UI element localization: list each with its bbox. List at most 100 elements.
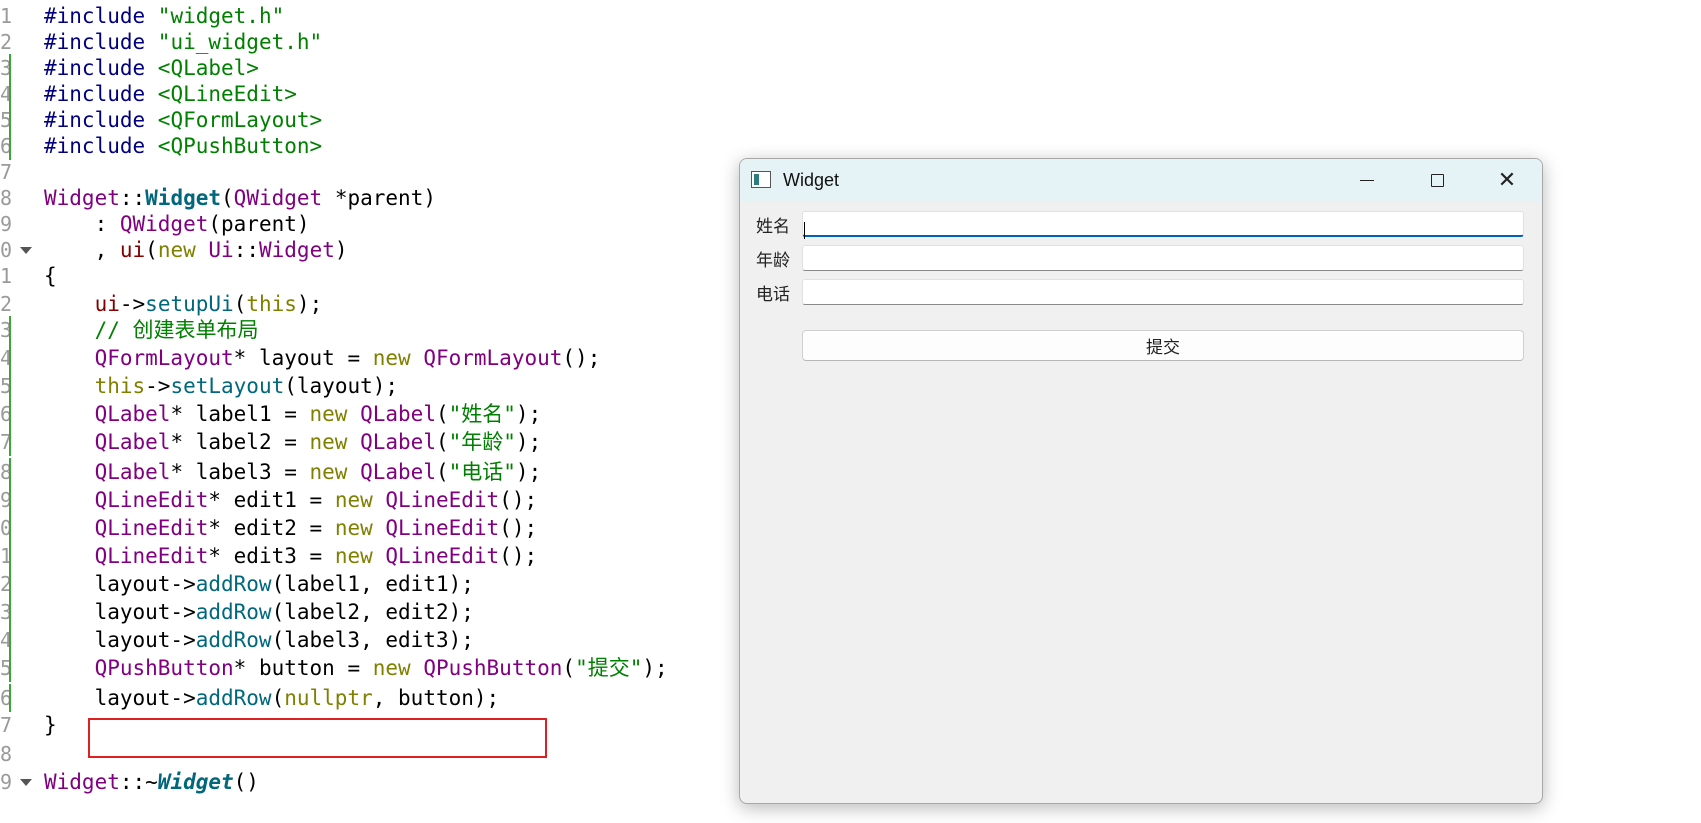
gutter-line: 24 xyxy=(0,626,36,654)
code-token: * label1 = xyxy=(170,402,310,426)
code-line[interactable]: Widget::~Widget() xyxy=(44,768,259,796)
widget-window[interactable]: Widget ✕ 姓名 年龄 电话 提交 xyxy=(739,158,1543,804)
code-token: () xyxy=(233,770,259,794)
code-token: QPushButton xyxy=(94,656,234,680)
age-field[interactable] xyxy=(802,245,1524,271)
code-line[interactable]: layout->addRow(label3, edit3); xyxy=(44,626,474,654)
code-line[interactable]: ui->setupUi(this); xyxy=(44,290,323,318)
code-token: Widget xyxy=(44,770,120,794)
change-marker xyxy=(9,54,11,82)
gutter-line: 4 xyxy=(0,80,36,108)
code-token: new xyxy=(334,516,373,540)
code-line[interactable]: #include <QPushButton> xyxy=(44,132,322,160)
line-number: 1 xyxy=(0,5,12,27)
change-marker xyxy=(9,684,11,712)
code-token: Widget xyxy=(259,238,335,262)
name-label: 姓名 xyxy=(756,217,790,237)
gutter-line: 5 xyxy=(0,106,36,134)
code-token: * edit3 = xyxy=(208,544,335,568)
gutter-line: 8 xyxy=(0,184,36,212)
gutter-line: 15 xyxy=(0,372,36,400)
gutter-line: 1 xyxy=(0,2,36,30)
change-marker xyxy=(9,106,11,134)
code-token: , xyxy=(44,238,120,262)
code-token: <QLabel> xyxy=(157,56,259,80)
code-line[interactable]: } xyxy=(44,711,57,739)
code-token: QLineEdit xyxy=(385,488,500,512)
line-number: 7 xyxy=(0,161,12,183)
code-line[interactable]: QPushButton* button = new QPushButton("提… xyxy=(44,654,668,682)
code-token: (parent) xyxy=(208,212,310,236)
code-line[interactable]: layout->addRow(label1, edit1); xyxy=(44,570,474,598)
maximize-button[interactable] xyxy=(1402,159,1472,202)
code-line[interactable]: layout->addRow(nullptr, button); xyxy=(44,684,500,712)
code-line[interactable]: QLabel* label3 = new QLabel("电话"); xyxy=(44,458,542,486)
minimize-button[interactable] xyxy=(1332,159,1402,202)
code-token: * label3 = xyxy=(170,460,310,484)
code-token: (); xyxy=(499,488,538,512)
code-token: QLineEdit xyxy=(385,516,500,540)
gutter-line: 25 xyxy=(0,654,36,682)
code-line[interactable]: QFormLayout* layout = new QFormLayout(); xyxy=(44,344,601,372)
window-title: Widget xyxy=(783,170,840,190)
code-token: #include xyxy=(44,4,158,28)
code-line[interactable]: , ui(new Ui::Widget) xyxy=(44,236,348,264)
code-line[interactable]: #include <QLineEdit> xyxy=(44,80,297,108)
code-line[interactable]: // 创建表单布局 xyxy=(44,316,259,344)
code-line[interactable]: QLabel* label1 = new QLabel("姓名"); xyxy=(44,400,542,428)
name-field[interactable] xyxy=(802,211,1524,237)
code-token: new xyxy=(309,402,348,426)
code-token: QLabel xyxy=(94,402,171,426)
change-marker xyxy=(9,486,11,514)
code-line[interactable]: QLabel* label2 = new QLabel("年龄"); xyxy=(44,428,542,456)
code-token: QWidget xyxy=(119,212,209,236)
code-token: "年龄" xyxy=(448,430,516,454)
code-line[interactable]: this->setLayout(layout); xyxy=(44,372,398,400)
code-line[interactable]: Widget::Widget(QWidget *parent) xyxy=(44,184,436,212)
code-token: * layout = xyxy=(233,346,373,370)
code-line[interactable]: QLineEdit* edit3 = new QLineEdit(); xyxy=(44,542,538,570)
code-token: QLineEdit xyxy=(94,516,209,540)
code-token: ( xyxy=(271,686,285,710)
code-token: ui xyxy=(119,238,146,262)
line-number: 28 xyxy=(0,743,12,765)
submit-button[interactable]: 提交 xyxy=(802,330,1524,361)
phone-field[interactable] xyxy=(802,279,1524,305)
code-line[interactable]: layout->addRow(label2, edit2); xyxy=(44,598,474,626)
gutter-line: 10 xyxy=(0,236,36,264)
code-token: addRow xyxy=(195,600,272,624)
gutter-line: 27 xyxy=(0,711,36,739)
code-line[interactable]: : QWidget(parent) xyxy=(44,210,310,238)
maximize-icon xyxy=(1430,174,1444,187)
code-line[interactable]: #include <QFormLayout> xyxy=(44,106,322,134)
code-token: , button); xyxy=(372,686,500,710)
code-line[interactable]: #include "ui_widget.h" xyxy=(44,28,322,56)
code-line[interactable]: QLineEdit* edit1 = new QLineEdit(); xyxy=(44,486,538,514)
code-line[interactable]: QLineEdit* edit2 = new QLineEdit(); xyxy=(44,514,538,542)
change-marker xyxy=(9,428,11,456)
code-line[interactable]: #include <QLabel> xyxy=(44,54,259,82)
gutter-line: 23 xyxy=(0,598,36,626)
code-token: * button = xyxy=(233,656,373,680)
code-token: : xyxy=(44,212,120,236)
change-marker xyxy=(9,344,11,372)
close-button[interactable]: ✕ xyxy=(1472,159,1542,202)
code-token: Widget xyxy=(44,186,120,210)
fold-arrow-icon[interactable] xyxy=(20,247,32,254)
code-line[interactable]: #include "widget.h" xyxy=(44,2,284,30)
code-token: * label2 = xyxy=(170,430,310,454)
gutter-line: 3 xyxy=(0,54,36,82)
code-token: #include xyxy=(44,134,158,158)
title-bar[interactable]: Widget ✕ xyxy=(740,159,1542,202)
code-token: <QLineEdit> xyxy=(157,82,297,106)
code-token: Widget xyxy=(145,186,222,210)
fold-arrow-icon[interactable] xyxy=(20,779,32,786)
code-line[interactable]: { xyxy=(44,262,57,290)
code-token: this xyxy=(246,292,297,316)
line-number: 29 xyxy=(0,771,12,793)
change-marker xyxy=(9,400,11,428)
